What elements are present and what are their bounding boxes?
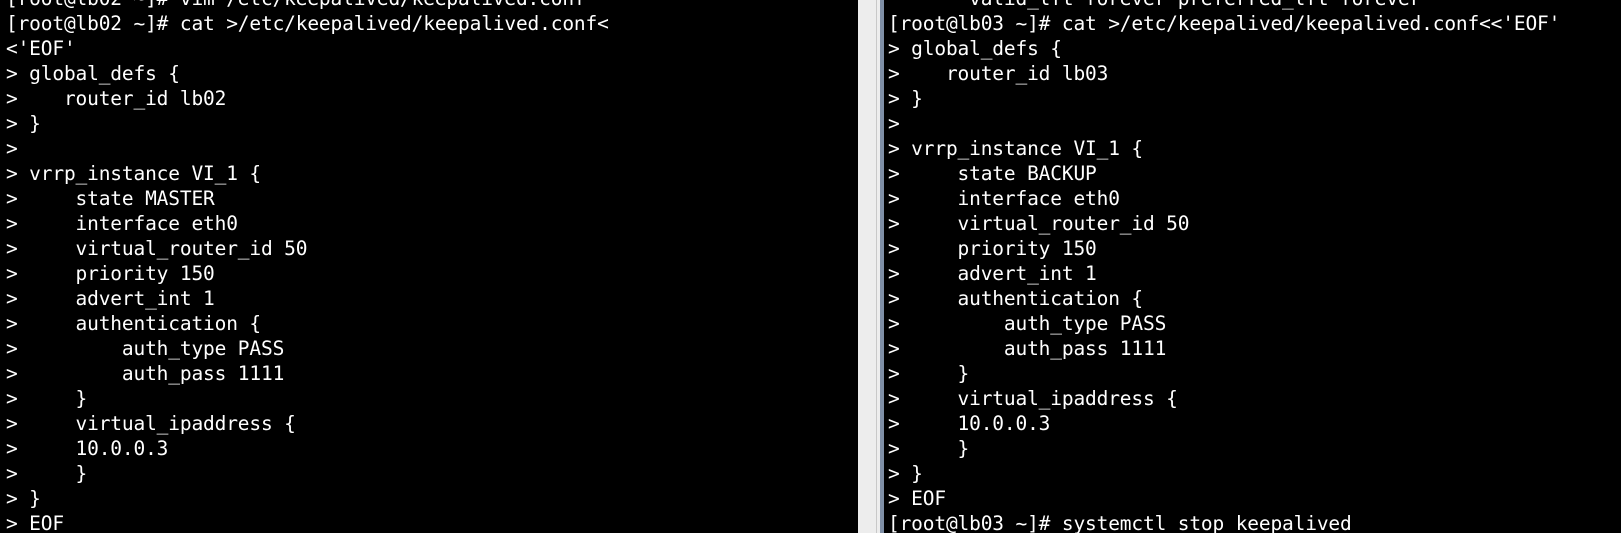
terminal-line: > } <box>6 462 88 485</box>
terminal-line: > auth_type PASS <box>6 337 285 360</box>
terminal-line: > <box>888 112 900 135</box>
terminal-pane-lb03[interactable]: valid_lft forever preferred_lft forever … <box>880 0 1621 533</box>
terminal-line: > } <box>888 462 923 485</box>
terminal-line: > global_defs { <box>888 37 1062 60</box>
terminal-line: > global_defs { <box>6 62 180 85</box>
terminal-line: > router_id lb02 <box>6 87 227 110</box>
terminal-line: > vrrp_instance VI_1 { <box>6 162 261 185</box>
terminal-line: > } <box>888 362 970 385</box>
terminal-line: > router_id lb03 <box>888 62 1109 85</box>
terminal-line: > } <box>6 112 41 135</box>
terminal-line: > priority 150 <box>6 262 215 285</box>
terminal-line: > auth_pass 1111 <box>6 362 285 385</box>
terminal-line: > virtual_ipaddress { <box>888 387 1178 410</box>
terminal-line: > state MASTER <box>6 187 215 210</box>
terminal-line: > priority 150 <box>888 237 1097 260</box>
terminal-line: > EOF <box>888 487 946 510</box>
terminal-output-lb02: [root@lb02 ~]# vim /etc/keepalived/keepa… <box>6 0 609 533</box>
terminal-line: [root@lb02 ~]# vim /etc/keepalived/keepa… <box>6 0 609 11</box>
terminal-line: > state BACKUP <box>888 162 1097 185</box>
terminal-line: > authentication { <box>888 287 1143 310</box>
pane-divider-line <box>876 0 877 533</box>
terminal-line: > interface eth0 <box>888 187 1120 210</box>
terminal-line: > authentication { <box>6 312 261 335</box>
terminal-line: > 10.0.0.3 <box>6 437 169 460</box>
terminal-line: > vrrp_instance VI_1 { <box>888 137 1143 160</box>
terminal-line: > advert_int 1 <box>6 287 215 310</box>
terminal-line: > EOF <box>6 512 64 533</box>
terminal-line: [root@lb03 ~]# cat >/etc/keepalived/keep… <box>888 12 1561 35</box>
terminal-line: valid_lft forever preferred_lft forever <box>888 0 1560 11</box>
terminal-line: > 10.0.0.3 <box>888 412 1051 435</box>
terminal-line: > } <box>6 487 41 510</box>
terminal-line: > virtual_router_id 50 <box>888 212 1190 235</box>
terminal-line: > } <box>888 437 970 460</box>
terminal-line: > interface eth0 <box>6 212 238 235</box>
terminal-pane-lb02[interactable]: [root@lb02 ~]# vim /etc/keepalived/keepa… <box>0 0 858 533</box>
terminal-line: > } <box>888 87 923 110</box>
terminal-line: > virtual_router_id 50 <box>6 237 308 260</box>
split-terminal-screen: [root@lb02 ~]# vim /etc/keepalived/keepa… <box>0 0 1621 533</box>
terminal-line: <'EOF' <box>6 37 76 60</box>
pane-edge-border <box>880 0 884 533</box>
terminal-line: > <box>6 137 18 160</box>
terminal-line: > } <box>6 387 88 410</box>
terminal-line: > auth_type PASS <box>888 312 1167 335</box>
terminal-line: > virtual_ipaddress { <box>6 412 296 435</box>
terminal-line: > auth_pass 1111 <box>888 337 1167 360</box>
terminal-line: [root@lb02 ~]# cat >/etc/keepalived/keep… <box>6 12 609 35</box>
terminal-line: > advert_int 1 <box>888 262 1097 285</box>
terminal-line: [root@lb03 ~]# systemctl stop keepalived <box>888 512 1352 533</box>
terminal-output-lb03: valid_lft forever preferred_lft forever … <box>888 0 1560 533</box>
